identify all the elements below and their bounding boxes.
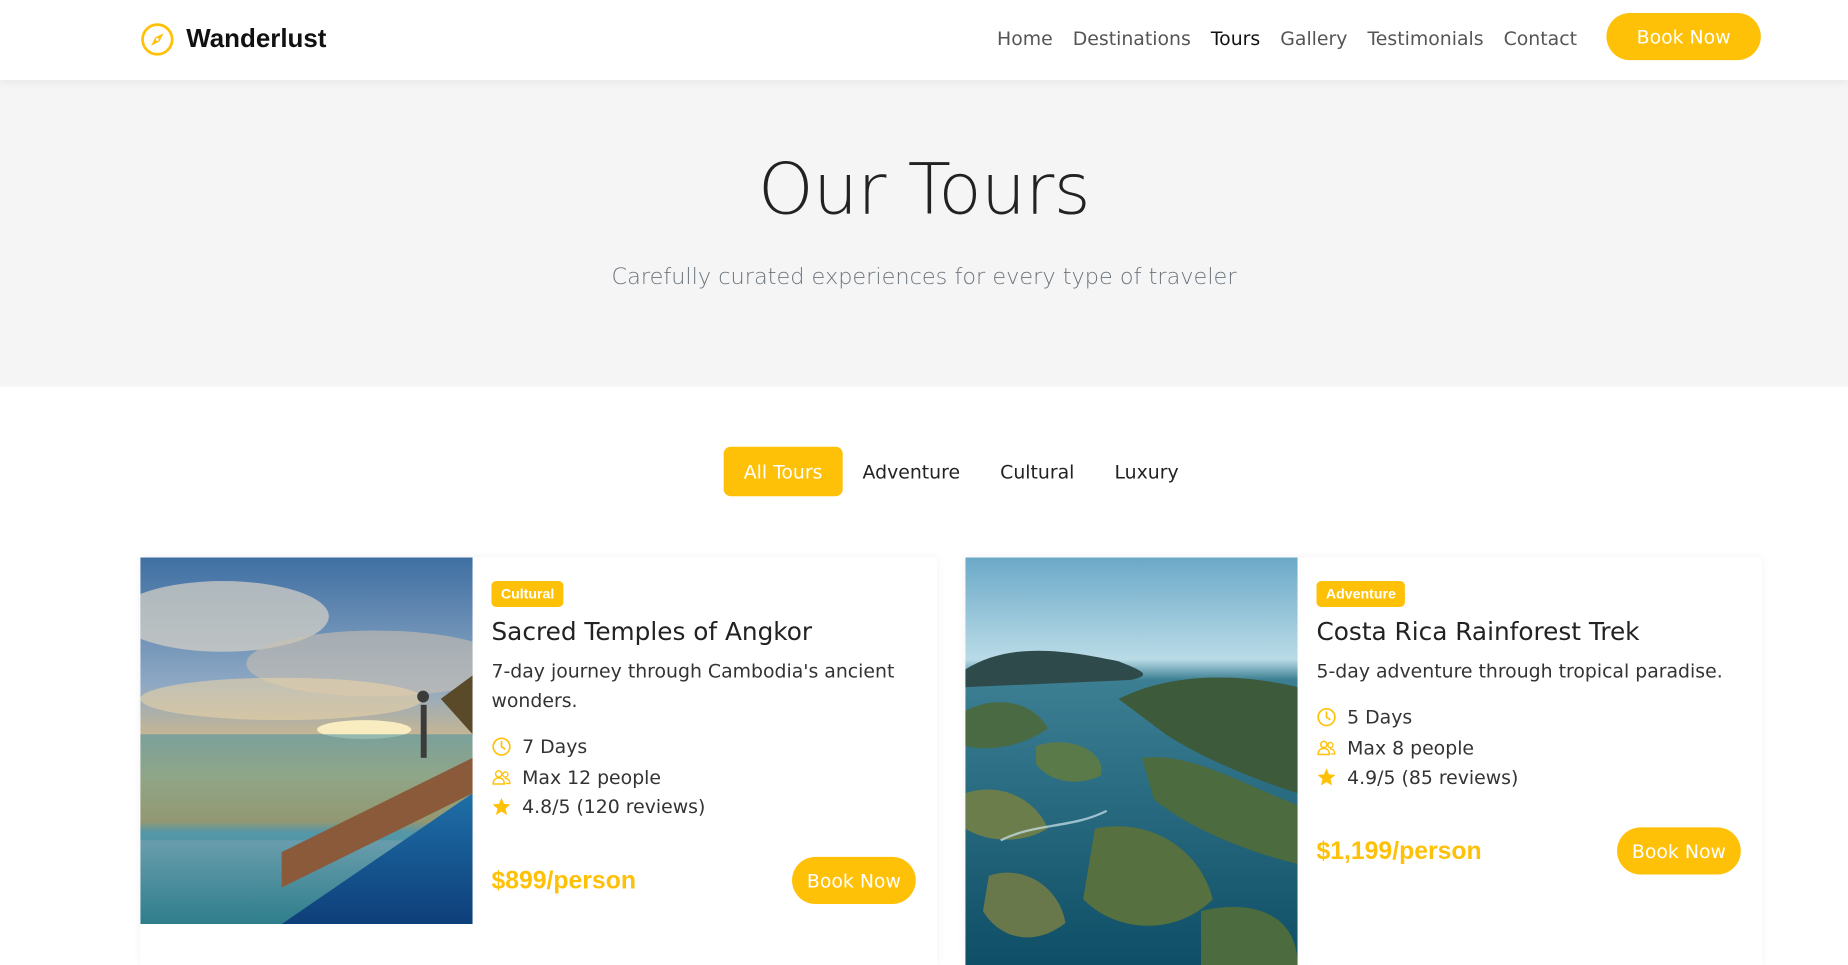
tour-card-body: Cultural Sacred Temples of Angkor 7-day …	[491, 581, 918, 822]
people-icon	[1317, 740, 1336, 755]
nav-link-gallery[interactable]: Gallery	[1280, 26, 1347, 52]
nav-link-destinations[interactable]: Destinations	[1073, 26, 1191, 52]
compass-icon	[141, 22, 174, 56]
duration-row: 5 Days	[1316, 702, 1743, 732]
nav-link-home[interactable]: Home	[997, 26, 1053, 52]
group-size-text: Max 12 people	[522, 765, 662, 789]
nav-link-tours[interactable]: Tours	[1211, 26, 1260, 52]
page-title: Our Tours	[758, 148, 1091, 232]
tour-meta: 7 Days Max 12 people 4.8/5 (120 reviews)	[491, 732, 918, 822]
filter-cultural[interactable]: Cultural	[980, 447, 1094, 497]
tour-meta: 5 Days Max 8 people 4.9/5 (85 reviews)	[1316, 702, 1743, 792]
page-subtitle: Carefully curated experiences for every …	[611, 264, 1237, 290]
rating-text: 4.9/5 (85 reviews)	[1347, 766, 1519, 789]
tour-card: Cultural Sacred Temples of Angkor 7-day …	[140, 557, 937, 965]
clock-icon	[492, 737, 511, 757]
people-icon	[492, 769, 511, 785]
tour-image-sunset-pool	[140, 557, 473, 925]
brand-name: Wanderlust	[186, 23, 327, 54]
brand-logo[interactable]: Wanderlust	[140, 21, 326, 56]
category-badge: Cultural	[491, 581, 564, 607]
rating-row: 4.9/5 (85 reviews)	[1316, 763, 1743, 793]
duration-text: 5 Days	[1347, 706, 1413, 729]
filter-all-tours[interactable]: All Tours	[723, 446, 843, 497]
category-badge: Adventure	[1316, 581, 1406, 607]
star-icon	[1317, 768, 1336, 786]
group-size-row: Max 12 people	[491, 762, 918, 792]
rating-row: 4.8/5 (120 reviews)	[491, 792, 918, 822]
tour-image-islands-lagoon	[965, 557, 1298, 965]
tour-price: $899/person	[491, 867, 636, 895]
tour-title: Costa Rica Rainforest Trek	[1316, 617, 1640, 646]
rating-text: 4.8/5 (120 reviews)	[522, 795, 706, 819]
filter-adventure[interactable]: Adventure	[842, 447, 980, 497]
navbar: Wanderlust Home Destinations Tours Galle…	[0, 0, 1848, 81]
star-icon	[492, 798, 511, 816]
tour-card: Adventure Costa Rica Rainforest Trek 5-d…	[965, 557, 1763, 965]
nav-links: Home Destinations Tours Gallery Testimon…	[997, 26, 1577, 52]
filter-luxury[interactable]: Luxury	[1094, 447, 1198, 497]
tour-description: 7-day journey through Cambodia's ancient…	[491, 660, 895, 712]
tour-price: $1,199/person	[1316, 837, 1482, 866]
nav-link-contact[interactable]: Contact	[1504, 26, 1577, 52]
group-size-row: Max 8 people	[1316, 732, 1743, 762]
tour-filters: All Tours Adventure Cultural Luxury	[723, 446, 1199, 497]
hero-section: Our Tours Carefully curated experiences …	[0, 80, 1848, 387]
book-now-button[interactable]: Book Now	[1617, 827, 1741, 875]
page: Wanderlust Home Destinations Tours Galle…	[0, 0, 1848, 965]
duration-text: 7 Days	[522, 735, 588, 759]
group-size-text: Max 8 people	[1347, 736, 1475, 759]
nav-link-testimonials[interactable]: Testimonials	[1367, 26, 1483, 52]
book-now-nav-button[interactable]: Book Now	[1606, 12, 1761, 61]
tour-title: Sacred Temples of Angkor	[491, 617, 813, 646]
duration-row: 7 Days	[491, 732, 918, 762]
tour-description: 5-day adventure through tropical paradis…	[1316, 660, 1723, 683]
clock-icon	[1317, 708, 1336, 727]
tour-card-body: Adventure Costa Rica Rainforest Trek 5-d…	[1316, 581, 1743, 793]
book-now-button[interactable]: Book Now	[792, 856, 916, 904]
